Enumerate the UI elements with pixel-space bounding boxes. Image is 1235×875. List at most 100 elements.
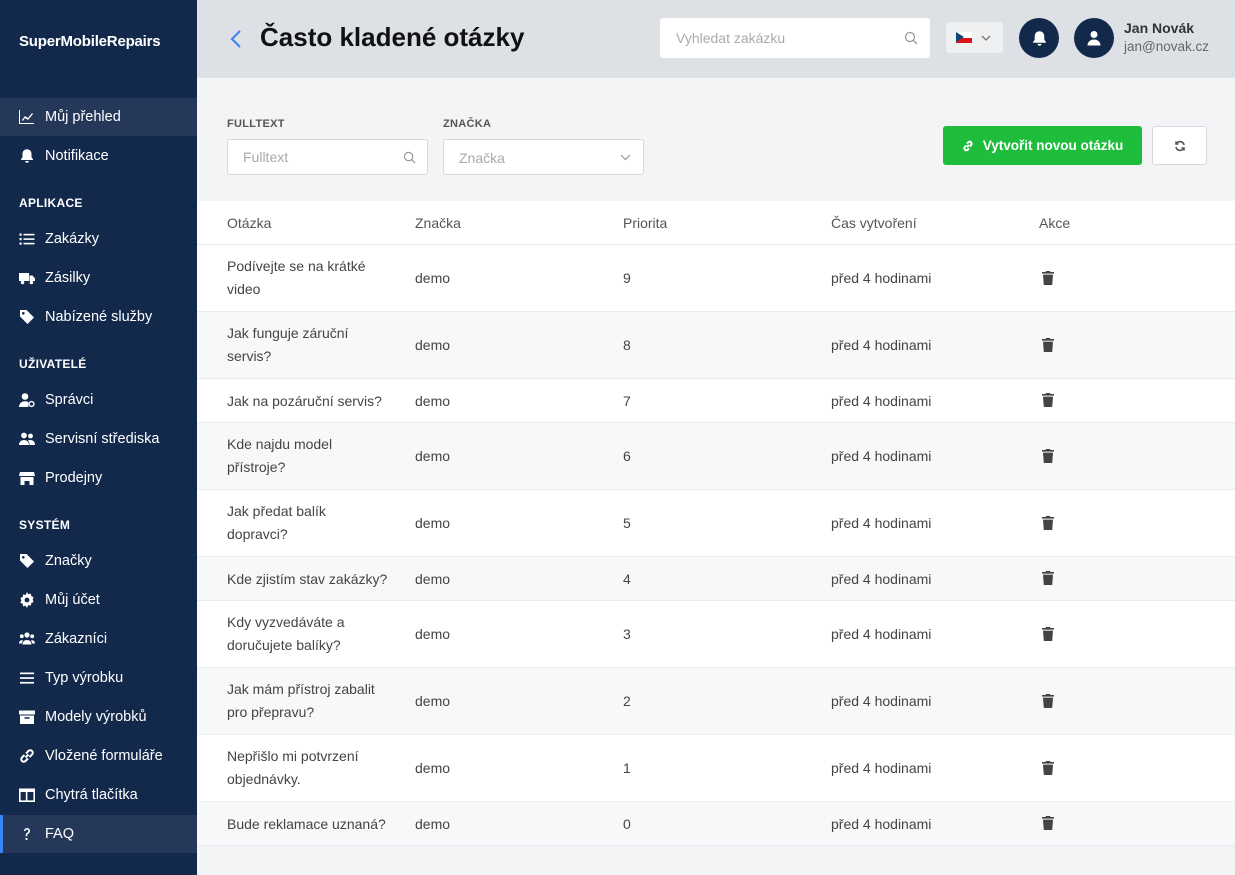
sidebar-item-muj-ucet[interactable]: Můj účet bbox=[0, 581, 197, 619]
sidebar-item-nabizene-sluzby[interactable]: Nabízené služby bbox=[0, 298, 197, 336]
sidebar-item-label: Modely výrobků bbox=[45, 709, 147, 725]
chevron-down-icon bbox=[620, 154, 631, 161]
table-row[interactable]: Jak předat balík dopravci? demo 5 před 4 hod… bbox=[197, 490, 1235, 557]
users-group-icon bbox=[18, 631, 36, 647]
priority-cell: 9 bbox=[623, 270, 631, 286]
question-icon bbox=[18, 826, 36, 842]
created-cell: před 4 hodinami bbox=[831, 815, 932, 832]
fulltext-input[interactable] bbox=[228, 140, 388, 174]
delete-icon[interactable] bbox=[1042, 693, 1054, 708]
sidebar-section-title: APLIKACE bbox=[19, 196, 83, 210]
sidebar-item-vlozene-formulare[interactable]: Vložené formuláře bbox=[0, 737, 197, 775]
question-cell: Jak funguje záruční servis? bbox=[227, 325, 349, 364]
sidebar-item-label: Zásilky bbox=[45, 270, 91, 286]
delete-icon[interactable] bbox=[1042, 760, 1054, 775]
language-select[interactable] bbox=[946, 22, 1003, 53]
column-header-brand[interactable]: Značka bbox=[415, 215, 461, 231]
back-button[interactable] bbox=[229, 28, 245, 50]
table-row[interactable]: Bude reklamace uznaná? demo 0 před 4 hodina… bbox=[197, 802, 1235, 846]
create-question-button[interactable]: Vytvořit novou otázku bbox=[943, 126, 1142, 165]
sidebar-item-label: Můj účet bbox=[45, 592, 100, 608]
sidebar-item-label: Nabízené služby bbox=[45, 309, 153, 325]
sidebar-section-title: UŽIVATELÉ bbox=[19, 357, 87, 371]
priority-cell: 7 bbox=[623, 392, 631, 409]
created-cell: před 4 hodinami bbox=[831, 270, 932, 286]
priority-cell: 5 bbox=[623, 515, 631, 531]
brand-cell: demo bbox=[415, 270, 451, 286]
question-cell: Jak mám přístroj zabalit pro přepravu? bbox=[227, 681, 375, 720]
gear-icon bbox=[18, 592, 36, 608]
sidebar-item-prodejny[interactable]: Prodejny bbox=[0, 459, 197, 497]
table-row[interactable]: Nepřišlo mi potvrzení objednávky. demo 1 pře… bbox=[197, 735, 1235, 802]
sidebar-item-label: Servisní střediska bbox=[45, 431, 160, 447]
table-row[interactable]: Podívejte se na krátké video demo 9 před 4 h… bbox=[197, 245, 1235, 312]
table-row[interactable]: Jak mám přístroj zabalit pro přepravu? dem… bbox=[197, 668, 1235, 735]
delete-icon[interactable] bbox=[1042, 448, 1054, 463]
link-icon bbox=[963, 140, 973, 151]
question-cell: Kdy vyzvedáváte a doručujete balíky? bbox=[227, 614, 345, 653]
priority-cell: 1 bbox=[623, 760, 631, 776]
sidebar-item-spravci[interactable]: Správci bbox=[0, 381, 197, 419]
sidebar-item-servisni-strediska[interactable]: Servisní střediska bbox=[0, 420, 197, 458]
sidebar-item-label: FAQ bbox=[45, 826, 75, 842]
delete-icon[interactable] bbox=[1042, 337, 1054, 352]
tag-icon bbox=[18, 553, 36, 569]
sidebar-item-zakazky[interactable]: Zakázky bbox=[0, 220, 197, 258]
notifications-button[interactable] bbox=[1019, 18, 1059, 58]
tag-icon bbox=[18, 309, 36, 325]
sidebar-item-znacky[interactable]: Značky bbox=[0, 542, 197, 580]
brand-cell: demo bbox=[415, 515, 451, 531]
table-row[interactable]: Jak na pozáruční servis? demo 7 před 4 hodi… bbox=[197, 379, 1235, 423]
sidebar-item-typ-vyrobku[interactable]: Typ výrobku bbox=[0, 659, 197, 697]
brand-cell: demo bbox=[415, 693, 451, 709]
brand-cell: demo bbox=[415, 626, 451, 642]
table-icon bbox=[18, 787, 36, 803]
question-cell: Kde zjistím stav zakázky? bbox=[227, 570, 388, 587]
table-row[interactable]: Kdy vyzvedáváte a doručujete balíky? demo 3… bbox=[197, 601, 1235, 668]
link-icon bbox=[18, 748, 36, 764]
sidebar-item-modely-vyrobku[interactable]: Modely výrobků bbox=[0, 698, 197, 736]
delete-icon[interactable] bbox=[1042, 393, 1054, 407]
sidebar-section-title: SYSTÉM bbox=[19, 518, 71, 532]
delete-icon[interactable] bbox=[1042, 816, 1054, 830]
sidebar-item-zasilky[interactable]: Zásilky bbox=[0, 259, 197, 297]
created-cell: před 4 hodinami bbox=[831, 337, 932, 353]
bell-icon bbox=[1032, 30, 1046, 46]
fulltext-filter bbox=[227, 139, 428, 175]
brand-filter-select[interactable]: Značka bbox=[443, 139, 644, 175]
sidebar-item-notifikace[interactable]: Notifikace bbox=[0, 137, 197, 175]
column-header-priority[interactable]: Priorita bbox=[623, 215, 667, 231]
sidebar-item-label: Můj přehled bbox=[45, 109, 121, 125]
brand-cell: demo bbox=[415, 392, 451, 409]
sidebar-item-label: Chytrá tlačítka bbox=[45, 787, 138, 803]
created-cell: před 4 hodinami bbox=[831, 448, 932, 464]
priority-cell: 0 bbox=[623, 815, 631, 832]
order-search-input[interactable] bbox=[660, 18, 890, 58]
question-cell: Bude reklamace uznaná? bbox=[227, 815, 386, 832]
table-row[interactable]: Kde zjistím stav zakázky? demo 4 před 4 hod… bbox=[197, 557, 1235, 601]
sidebar-item-faq[interactable]: FAQ bbox=[0, 815, 197, 853]
brand-cell: demo bbox=[415, 570, 451, 587]
delete-icon[interactable] bbox=[1042, 626, 1054, 641]
user-icon bbox=[1087, 31, 1101, 46]
refresh-button[interactable] bbox=[1152, 126, 1207, 165]
delete-icon[interactable] bbox=[1042, 270, 1054, 285]
brand-filter-label: ZNAČKA bbox=[443, 118, 492, 130]
user-email: jan@novak.cz bbox=[1124, 39, 1209, 54]
column-header-question[interactable]: Otázka bbox=[227, 215, 271, 231]
delete-icon[interactable] bbox=[1042, 515, 1054, 530]
column-header-created[interactable]: Čas vytvoření bbox=[831, 215, 917, 231]
czech-flag-icon bbox=[956, 32, 972, 43]
sidebar-item-muj-prehled[interactable]: Můj přehled bbox=[0, 98, 197, 136]
user-name: Jan Novák bbox=[1124, 20, 1195, 36]
sidebar-item-chytra-tlacitka[interactable]: Chytrá tlačítka bbox=[0, 776, 197, 814]
table-row[interactable]: Jak funguje záruční servis? demo 8 před 4 ho… bbox=[197, 312, 1235, 379]
table-header: Otázka Značka Priorita Čas vytvoření Akc… bbox=[197, 201, 1235, 245]
created-cell: před 4 hodinami bbox=[831, 760, 932, 776]
faq-table: Otázka Značka Priorita Čas vytvoření Akc… bbox=[197, 201, 1235, 846]
delete-icon[interactable] bbox=[1042, 571, 1054, 585]
sidebar-item-zakaznici[interactable]: Zákazníci bbox=[0, 620, 197, 658]
table-row[interactable]: Kde najdu model přístroje? demo 6 před 4 hod… bbox=[197, 423, 1235, 490]
refresh-icon bbox=[1174, 140, 1185, 151]
user-avatar[interactable] bbox=[1074, 18, 1114, 58]
